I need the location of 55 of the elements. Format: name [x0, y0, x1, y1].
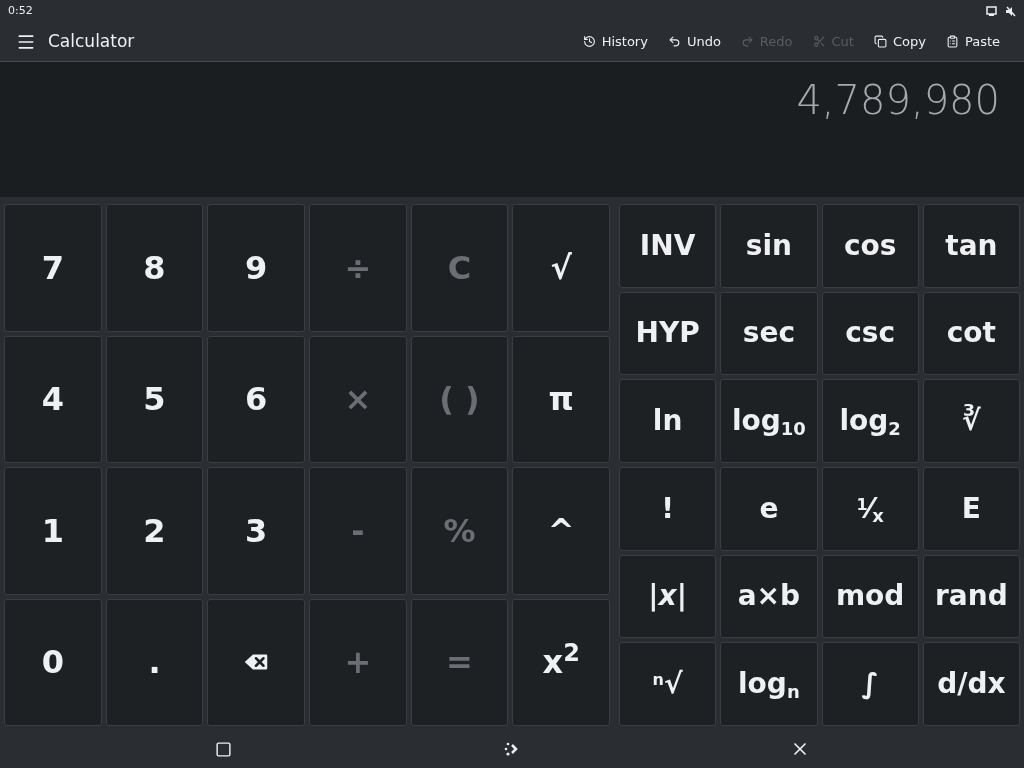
- function-button[interactable]: cos: [821, 204, 919, 288]
- function-button[interactable]: |x|: [619, 554, 717, 639]
- function-button[interactable]: mod: [821, 554, 919, 639]
- toolbar-button[interactable]: Paste: [937, 27, 1008, 56]
- function-button[interactable]: tan: [922, 204, 1020, 288]
- clipboard-icon: [945, 35, 959, 48]
- key-button[interactable]: 7: [4, 204, 102, 332]
- screen-icon: [986, 5, 997, 17]
- app-title: Calculator: [48, 29, 135, 53]
- function-button[interactable]: ∫: [821, 642, 919, 726]
- function-button[interactable]: csc: [821, 291, 919, 376]
- key-button[interactable]: π: [512, 335, 610, 463]
- key-button[interactable]: 5: [105, 335, 204, 463]
- function-button[interactable]: $^{n}$√: [619, 642, 717, 726]
- key-button[interactable]: 8: [105, 204, 204, 332]
- toolbar-button[interactable]: Copy: [865, 27, 934, 56]
- copy-icon: [873, 35, 887, 48]
- key-button[interactable]: 2: [105, 467, 204, 595]
- clock-icon: [582, 35, 596, 48]
- key-button[interactable]: x$^{2}$: [512, 598, 610, 726]
- scissors-icon: [812, 35, 826, 48]
- redo-icon: [740, 35, 754, 48]
- function-button[interactable]: e: [720, 467, 818, 551]
- function-button[interactable]: E: [922, 467, 1020, 551]
- function-button[interactable]: ∛: [922, 379, 1020, 463]
- undo-icon: [667, 35, 681, 48]
- square-icon[interactable]: [214, 740, 232, 758]
- function-button[interactable]: ln: [619, 379, 717, 463]
- function-button[interactable]: d/dx: [922, 642, 1020, 726]
- function-button[interactable]: log$_{2}$: [821, 379, 919, 463]
- result-value: 4,789,980: [796, 76, 1000, 125]
- function-button[interactable]: HYP: [619, 291, 717, 376]
- key-button[interactable]: 9: [207, 204, 305, 332]
- function-button[interactable]: $^{1}$⁄$_{x}$: [821, 467, 919, 551]
- key-button[interactable]: .: [105, 598, 204, 726]
- key-button[interactable]: 0: [4, 598, 102, 726]
- function-button[interactable]: sin: [720, 204, 818, 288]
- clock-time: 0:52: [8, 2, 33, 19]
- function-button[interactable]: cot: [922, 291, 1020, 376]
- function-button[interactable]: log$_{10}$: [720, 379, 818, 463]
- toolbar-button[interactable]: Undo: [659, 27, 729, 56]
- function-button[interactable]: a×b: [720, 554, 818, 639]
- function-button[interactable]: !: [619, 467, 717, 551]
- function-button[interactable]: INV: [619, 204, 717, 288]
- key-button[interactable]: 4: [4, 335, 102, 463]
- key-button[interactable]: ^: [512, 467, 610, 595]
- key-button[interactable]: 6: [207, 335, 305, 463]
- speaker-icon: [1005, 5, 1016, 17]
- key-button[interactable]: 3: [207, 467, 305, 595]
- function-button[interactable]: rand: [922, 554, 1020, 639]
- key-button[interactable]: √: [512, 204, 610, 332]
- function-button[interactable]: log$_{n}$: [720, 642, 818, 726]
- toolbar-button[interactable]: History: [574, 27, 656, 56]
- function-button[interactable]: sec: [720, 291, 818, 376]
- key-button[interactable]: 1: [4, 467, 102, 595]
